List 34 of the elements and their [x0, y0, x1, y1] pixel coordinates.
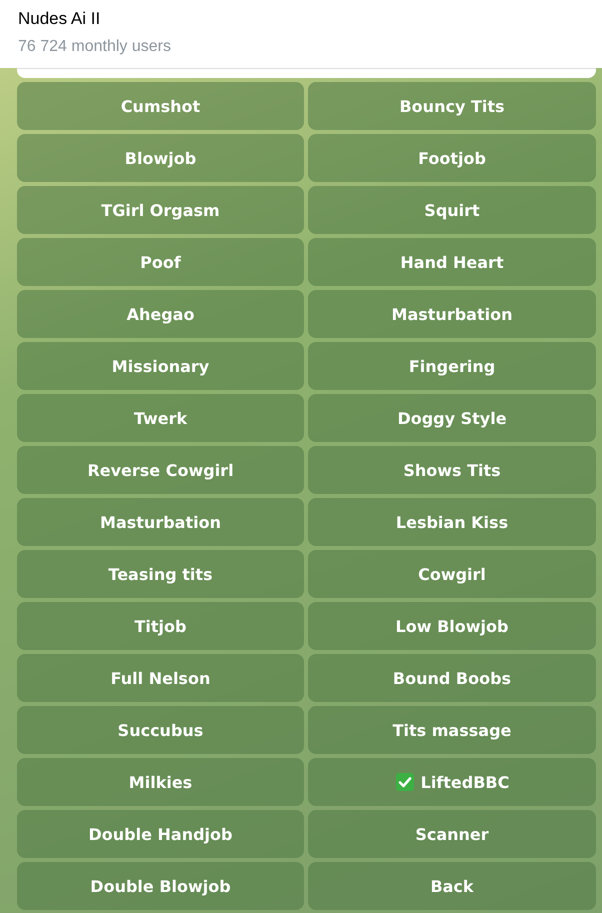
keyboard-button[interactable]: Double Handjob [17, 810, 304, 858]
keyboard-button[interactable]: Shows Tits [308, 446, 596, 494]
keyboard-button[interactable]: Low Blowjob [308, 602, 596, 650]
keyboard-button[interactable]: Masturbation [308, 290, 596, 338]
keyboard-button[interactable]: Doggy Style [308, 394, 596, 442]
keyboard-button[interactable]: Reverse Cowgirl [17, 446, 304, 494]
keyboard-button[interactable]: Full Nelson [17, 654, 304, 702]
keyboard-button[interactable]: Ahegao [17, 290, 304, 338]
keyboard-button[interactable]: Milkies [17, 758, 304, 806]
keyboard-button[interactable]: Succubus [17, 706, 304, 754]
keyboard-button[interactable]: Fingering [308, 342, 596, 390]
keyboard-button[interactable]: Lesbian Kiss [308, 498, 596, 546]
keyboard-button[interactable]: Missionary [17, 342, 304, 390]
keyboard-button[interactable]: Twerk [17, 394, 304, 442]
keyboard-button[interactable]: Back [308, 862, 596, 910]
keyboard-button[interactable]: Cumshot [17, 82, 304, 130]
keyboard-button[interactable]: Blowjob [17, 134, 304, 182]
keyboard-button[interactable]: Bouncy Tits [308, 82, 596, 130]
keyboard-button[interactable]: Bound Boobs [308, 654, 596, 702]
keyboard-button[interactable]: Double Blowjob [17, 862, 304, 910]
keyboard-button[interactable]: Cowgirl [308, 550, 596, 598]
keyboard-button[interactable]: Footjob [308, 134, 596, 182]
keyboard-button[interactable]: Masturbation [17, 498, 304, 546]
keyboard-button[interactable]: LiftedBBC [308, 758, 596, 806]
keyboard-button[interactable]: TGirl Orgasm [17, 186, 304, 234]
keyboard-button[interactable]: Teasing tits [17, 550, 304, 598]
keyboard-button[interactable]: Squirt [308, 186, 596, 234]
keyboard-button[interactable]: Poof [17, 238, 304, 286]
chat-subtitle: 76 724 monthly users [18, 37, 172, 57]
chat-title: Nudes Ai II [18, 8, 102, 30]
keyboard-button[interactable]: Hand Heart [308, 238, 596, 286]
keyboard-button[interactable]: Tits massage [308, 706, 596, 754]
keyboard-button[interactable]: Scanner [308, 810, 596, 858]
keyboard-button[interactable]: Titjob [17, 602, 304, 650]
